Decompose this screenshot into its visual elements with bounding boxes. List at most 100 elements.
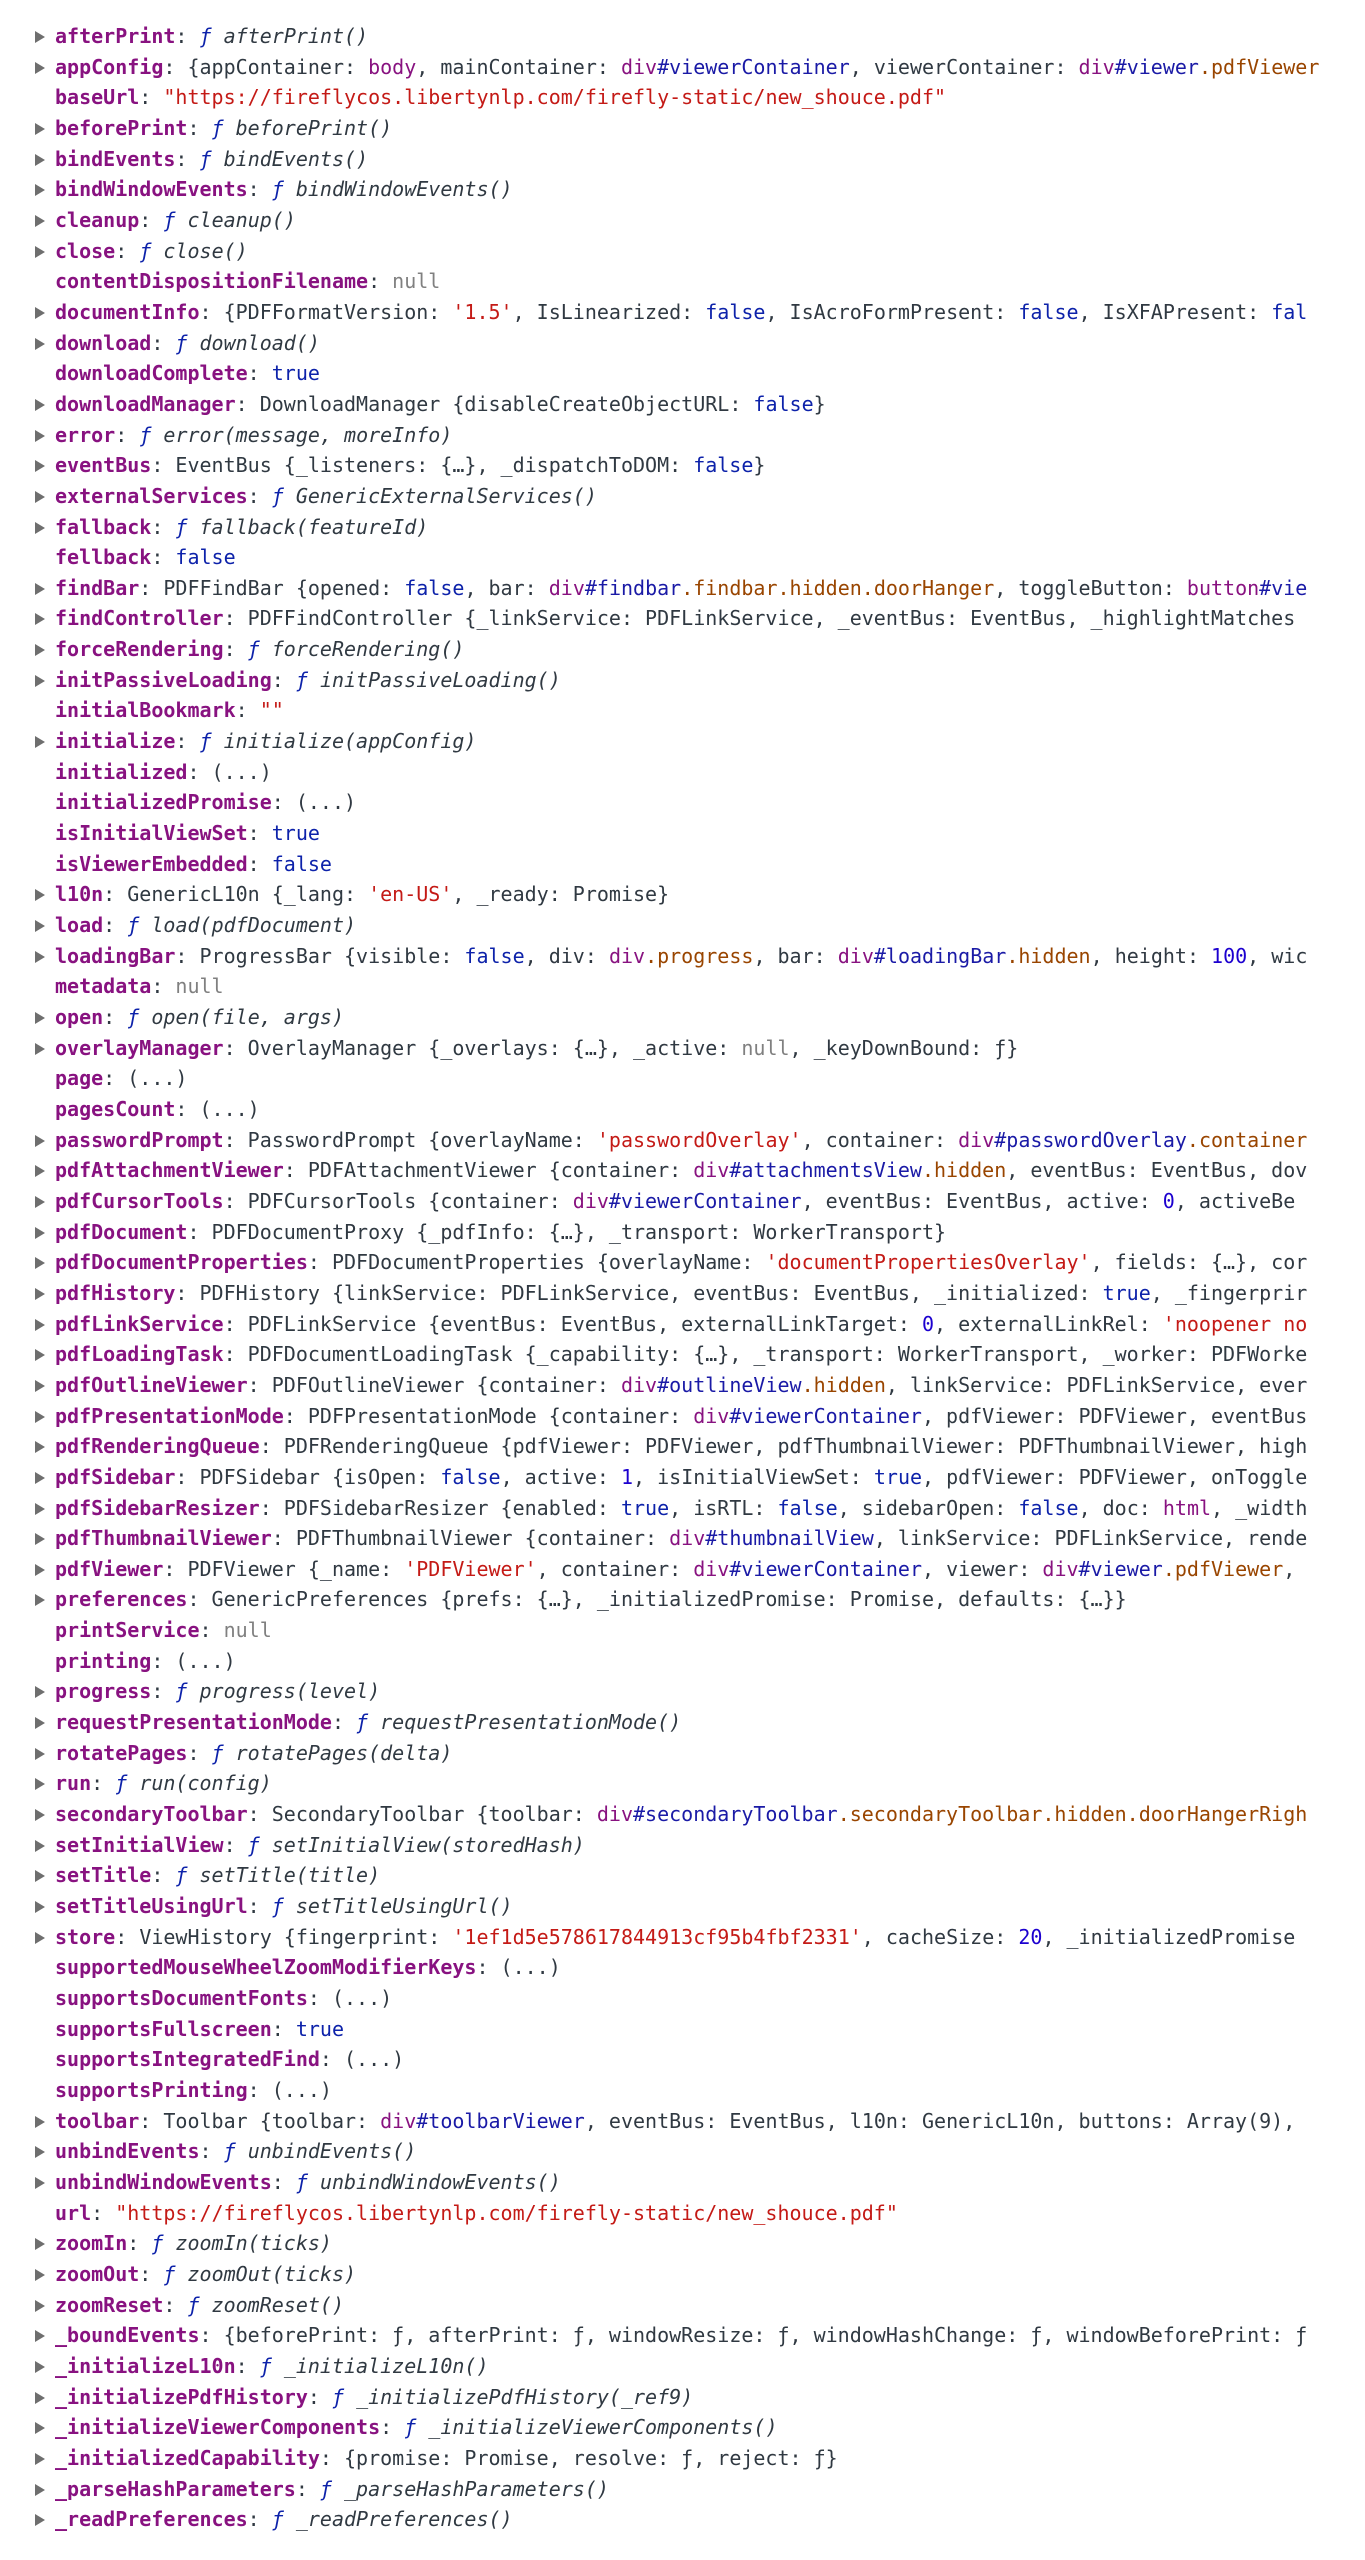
property-row[interactable]: pdfOutlineViewer: PDFOutlineViewer {cont… — [0, 1370, 1365, 1401]
property-row[interactable]: pdfLoadingTask: PDFDocumentLoadingTask {… — [0, 1339, 1365, 1370]
property-row[interactable]: bindWindowEvents: ƒ bindWindowEvents() — [0, 174, 1365, 205]
expand-triangle-icon[interactable] — [35, 674, 45, 687]
property-row[interactable]: open: ƒ open(file, args) — [0, 1002, 1365, 1033]
property-row[interactable]: _parseHashParameters: ƒ _parseHashParame… — [0, 2474, 1365, 2505]
expand-triangle-icon[interactable] — [35, 1778, 45, 1791]
expand-triangle-icon[interactable] — [35, 429, 45, 442]
property-row[interactable]: findBar: PDFFindBar {opened: false, bar:… — [0, 573, 1365, 604]
expand-triangle-icon[interactable] — [35, 2238, 45, 2251]
expand-triangle-icon[interactable] — [35, 950, 45, 963]
property-row[interactable]: _initializePdfHistory: ƒ _initializePdfH… — [0, 2382, 1365, 2413]
expand-triangle-icon[interactable] — [35, 1809, 45, 1822]
expand-triangle-icon[interactable] — [35, 337, 45, 350]
expand-triangle-icon[interactable] — [35, 2299, 45, 2312]
property-row[interactable]: pdfSidebar: PDFSidebar {isOpen: false, a… — [0, 1462, 1365, 1493]
expand-triangle-icon[interactable] — [35, 582, 45, 595]
property-row[interactable]: pdfDocument: PDFDocumentProxy {_pdfInfo:… — [0, 1217, 1365, 1248]
expand-triangle-icon[interactable] — [35, 1502, 45, 1515]
expand-triangle-icon[interactable] — [35, 889, 45, 902]
expand-triangle-icon[interactable] — [35, 2360, 45, 2373]
expand-triangle-icon[interactable] — [35, 1226, 45, 1239]
expand-triangle-icon[interactable] — [35, 2268, 45, 2281]
property-row[interactable]: documentInfo: {PDFFormatVersion: '1.5', … — [0, 297, 1365, 328]
property-row[interactable]: pdfPresentationMode: PDFPresentationMode… — [0, 1401, 1365, 1432]
expand-triangle-icon[interactable] — [35, 1870, 45, 1883]
property-row[interactable]: overlayManager: OverlayManager {_overlay… — [0, 1033, 1365, 1064]
expand-triangle-icon[interactable] — [35, 1686, 45, 1699]
property-row[interactable]: _readPreferences: ƒ _readPreferences() — [0, 2504, 1365, 2535]
expand-triangle-icon[interactable] — [35, 644, 45, 657]
expand-triangle-icon[interactable] — [35, 398, 45, 411]
expand-triangle-icon[interactable] — [35, 245, 45, 258]
property-row[interactable]: pdfRenderingQueue: PDFRenderingQueue {pd… — [0, 1431, 1365, 1462]
expand-triangle-icon[interactable] — [35, 2514, 45, 2527]
expand-triangle-icon[interactable] — [35, 61, 45, 74]
property-row[interactable]: loadingBar: ProgressBar {visible: false,… — [0, 941, 1365, 972]
property-row[interactable]: preferences: GenericPreferences {prefs: … — [0, 1584, 1365, 1615]
property-row[interactable]: initialize: ƒ initialize(appConfig) — [0, 726, 1365, 757]
property-row[interactable]: eventBus: EventBus {_listeners: {…}, _di… — [0, 450, 1365, 481]
property-row[interactable]: setTitle: ƒ setTitle(title) — [0, 1860, 1365, 1891]
property-row[interactable]: setTitleUsingUrl: ƒ setTitleUsingUrl() — [0, 1891, 1365, 1922]
expand-triangle-icon[interactable] — [35, 1134, 45, 1147]
property-row[interactable]: setInitialView: ƒ setInitialView(storedH… — [0, 1830, 1365, 1861]
expand-triangle-icon[interactable] — [35, 2330, 45, 2343]
property-row[interactable]: toolbar: Toolbar {toolbar: div#toolbarVi… — [0, 2106, 1365, 2137]
expand-triangle-icon[interactable] — [35, 490, 45, 503]
expand-triangle-icon[interactable] — [35, 1533, 45, 1546]
expand-triangle-icon[interactable] — [35, 2146, 45, 2159]
property-row[interactable]: error: ƒ error(message, moreInfo) — [0, 420, 1365, 451]
expand-triangle-icon[interactable] — [35, 1717, 45, 1730]
property-row[interactable]: pdfCursorTools: PDFCursorTools {containe… — [0, 1186, 1365, 1217]
expand-triangle-icon[interactable] — [35, 920, 45, 933]
expand-triangle-icon[interactable] — [35, 153, 45, 166]
property-row[interactable]: passwordPrompt: PasswordPrompt {overlayN… — [0, 1125, 1365, 1156]
expand-triangle-icon[interactable] — [35, 2391, 45, 2404]
expand-triangle-icon[interactable] — [35, 214, 45, 227]
property-row[interactable]: pdfAttachmentViewer: PDFAttachmentViewer… — [0, 1155, 1365, 1186]
property-row[interactable]: zoomReset: ƒ zoomReset() — [0, 2290, 1365, 2321]
property-row[interactable]: _initializeL10n: ƒ _initializeL10n() — [0, 2351, 1365, 2382]
expand-triangle-icon[interactable] — [35, 2115, 45, 2128]
property-row[interactable]: unbindEvents: ƒ unbindEvents() — [0, 2136, 1365, 2167]
expand-triangle-icon[interactable] — [35, 2483, 45, 2496]
expand-triangle-icon[interactable] — [35, 1287, 45, 1300]
property-row[interactable]: _initializeViewerComponents: ƒ _initiali… — [0, 2412, 1365, 2443]
expand-triangle-icon[interactable] — [35, 460, 45, 473]
property-row[interactable]: secondaryToolbar: SecondaryToolbar {tool… — [0, 1799, 1365, 1830]
expand-triangle-icon[interactable] — [35, 306, 45, 319]
property-row[interactable]: beforePrint: ƒ beforePrint() — [0, 113, 1365, 144]
expand-triangle-icon[interactable] — [35, 1042, 45, 1055]
expand-triangle-icon[interactable] — [35, 736, 45, 749]
expand-triangle-icon[interactable] — [35, 521, 45, 534]
expand-triangle-icon[interactable] — [35, 1563, 45, 1576]
expand-triangle-icon[interactable] — [35, 122, 45, 135]
property-row[interactable]: rotatePages: ƒ rotatePages(delta) — [0, 1738, 1365, 1769]
expand-triangle-icon[interactable] — [35, 2422, 45, 2435]
property-row[interactable]: pdfDocumentProperties: PDFDocumentProper… — [0, 1247, 1365, 1278]
expand-triangle-icon[interactable] — [35, 1165, 45, 1178]
expand-triangle-icon[interactable] — [35, 1410, 45, 1423]
property-row[interactable]: pdfViewer: PDFViewer {_name: 'PDFViewer'… — [0, 1554, 1365, 1585]
property-row[interactable]: zoomIn: ƒ zoomIn(ticks) — [0, 2228, 1365, 2259]
property-row[interactable]: run: ƒ run(config) — [0, 1768, 1365, 1799]
property-row[interactable]: progress: ƒ progress(level) — [0, 1676, 1365, 1707]
expand-triangle-icon[interactable] — [35, 2452, 45, 2465]
property-row[interactable]: bindEvents: ƒ bindEvents() — [0, 144, 1365, 175]
property-row[interactable]: initPassiveLoading: ƒ initPassiveLoading… — [0, 665, 1365, 696]
property-row[interactable]: cleanup: ƒ cleanup() — [0, 205, 1365, 236]
property-row[interactable]: download: ƒ download() — [0, 328, 1365, 359]
property-row[interactable]: close: ƒ close() — [0, 236, 1365, 267]
property-row[interactable]: store: ViewHistory {fingerprint: '1ef1d5… — [0, 1922, 1365, 1953]
property-row[interactable]: _boundEvents: {beforePrint: ƒ, afterPrin… — [0, 2320, 1365, 2351]
expand-triangle-icon[interactable] — [35, 184, 45, 197]
property-row[interactable]: load: ƒ load(pdfDocument) — [0, 910, 1365, 941]
property-row[interactable]: externalServices: ƒ GenericExternalServi… — [0, 481, 1365, 512]
property-row[interactable]: requestPresentationMode: ƒ requestPresen… — [0, 1707, 1365, 1738]
expand-triangle-icon[interactable] — [35, 2176, 45, 2189]
property-row[interactable]: zoomOut: ƒ zoomOut(ticks) — [0, 2259, 1365, 2290]
property-row[interactable]: fallback: ƒ fallback(featureId) — [0, 512, 1365, 543]
expand-triangle-icon[interactable] — [35, 1931, 45, 1944]
expand-triangle-icon[interactable] — [35, 1349, 45, 1362]
property-row[interactable]: appConfig: {appContainer: body, mainCont… — [0, 52, 1365, 83]
